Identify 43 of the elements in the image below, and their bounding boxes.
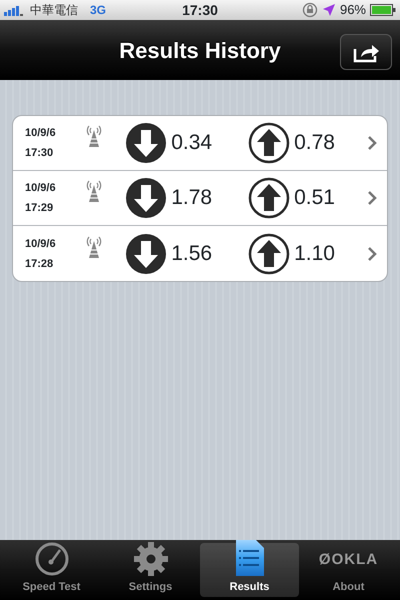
- location-arrow-icon: [322, 3, 336, 17]
- upload-speed: 0.78: [294, 130, 336, 156]
- battery-percent: 96%: [340, 1, 366, 20]
- logo-text: ØOKLA: [318, 550, 378, 570]
- chevron-icon: [367, 191, 377, 205]
- screen-title: Results History: [119, 36, 281, 65]
- carrier-name: 中華電信: [30, 2, 78, 19]
- download-speed: 1.56: [171, 240, 214, 267]
- gauge-icon: [34, 540, 70, 576]
- result-row[interactable]: 10/9/6 17:29 1.78 0.51: [13, 171, 387, 226]
- tab-label: About: [332, 580, 364, 594]
- document-icon: [234, 538, 264, 576]
- tab[interactable]: ØOKLA About: [299, 543, 398, 597]
- antenna-icon: [85, 234, 104, 258]
- result-row[interactable]: 10/9/6 17:30 0.34 0.78: [13, 116, 387, 171]
- result-time: 17:28: [25, 256, 54, 272]
- upload-speed: 0.51: [294, 185, 336, 212]
- result-date: 10/9/6: [25, 126, 57, 141]
- result-time: 17:30: [25, 146, 54, 161]
- share-button[interactable]: [340, 34, 392, 70]
- tab[interactable]: Results: [200, 543, 299, 597]
- chevron-icon: [367, 136, 377, 150]
- tab-label: Speed Test: [22, 580, 80, 594]
- antenna-icon: [85, 124, 104, 148]
- download-speed: 0.34: [171, 130, 214, 156]
- result-date: 10/9/6: [25, 236, 57, 252]
- tab-label: Settings: [128, 580, 172, 594]
- battery-icon: [370, 4, 396, 16]
- tab-label: Results: [230, 580, 270, 594]
- signal-icon: [4, 4, 26, 16]
- result-time: 17:29: [25, 201, 54, 216]
- clock-time: 17:30: [182, 2, 218, 18]
- result-row[interactable]: 10/9/6 17:28 1.56 1.10: [13, 226, 387, 281]
- network-type: 3G: [90, 2, 106, 19]
- tab[interactable]: Speed Test: [2, 543, 101, 597]
- chevron-icon: [367, 246, 377, 260]
- gear-icon: [132, 540, 168, 576]
- upload-speed: 1.10: [294, 240, 336, 267]
- tab[interactable]: Settings: [101, 543, 200, 597]
- antenna-icon: [85, 179, 104, 203]
- result-date: 10/9/6: [25, 181, 57, 196]
- rotation-lock-icon: [302, 2, 318, 18]
- download-speed: 1.78: [171, 185, 214, 212]
